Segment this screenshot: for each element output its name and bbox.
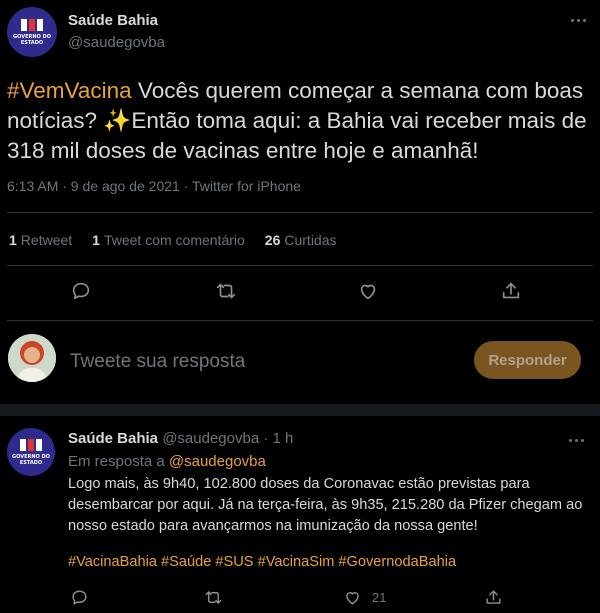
share-icon[interactable] bbox=[500, 280, 522, 302]
like-icon bbox=[346, 592, 359, 605]
hashtag-link[interactable]: #VemVacina bbox=[7, 78, 132, 103]
more-icon bbox=[570, 18, 574, 22]
tweet-meta[interactable]: 6:13 AM · 9 de ago de 2021 · Twitter for… bbox=[7, 178, 301, 194]
quotes-stat[interactable]: 1 Tweet com comentário bbox=[92, 232, 245, 248]
divider bbox=[7, 212, 593, 213]
main-tweet: GOVERNO DO ESTADO Saúde Bahia @saudegovb… bbox=[0, 0, 600, 320]
reply-composer: Responder bbox=[0, 322, 600, 402]
reply-share-button[interactable] bbox=[484, 588, 503, 607]
reply-author-handle[interactable]: @saudegovba bbox=[162, 430, 259, 447]
reply-text: Logo mais, às 9h40, 102.800 doses da Cor… bbox=[68, 476, 583, 534]
retweet-icon bbox=[205, 591, 222, 604]
reply-hashtags[interactable]: #VacinaBahia #Saúde #SUS #VacinaSim #Gov… bbox=[68, 554, 456, 570]
reply-profile-avatar[interactable]: GOVERNO DO ESTADO bbox=[7, 428, 55, 476]
reply-reply-button[interactable] bbox=[70, 588, 89, 607]
section-divider bbox=[0, 404, 600, 416]
flag-logo-icon bbox=[21, 18, 43, 31]
divider bbox=[7, 265, 593, 266]
reply-time[interactable]: · 1 h bbox=[259, 430, 293, 447]
avatar-org-text: GOVERNO DO ESTADO bbox=[13, 33, 51, 46]
reply-like-count: 21 bbox=[372, 590, 387, 605]
replying-to: Em resposta a @saudegovba bbox=[68, 453, 266, 470]
more-options-button[interactable] bbox=[568, 10, 588, 30]
reply-more-options-button[interactable] bbox=[566, 430, 586, 450]
reply-input[interactable] bbox=[70, 348, 370, 376]
tweet-text: #VemVacina Vocês querem começar a semana… bbox=[7, 76, 597, 166]
reply-tweet[interactable]: GOVERNO DO ESTADO Saúde Bahia @saudegovb… bbox=[0, 416, 600, 613]
retweet-icon[interactable] bbox=[215, 280, 237, 302]
avatar-org-text: GOVERNO DO ESTADO bbox=[12, 453, 50, 466]
reply-header: Saúde Bahia @saudegovba · 1 h bbox=[68, 430, 293, 447]
profile-avatar[interactable]: GOVERNO DO ESTADO bbox=[7, 7, 57, 57]
tweet-stats: 1 Retweet 1 Tweet com comentário 26 Curtida… bbox=[9, 232, 337, 248]
reply-like-button[interactable]: 21 bbox=[343, 588, 386, 607]
author-handle[interactable]: @saudegovba bbox=[68, 34, 165, 51]
like-icon[interactable] bbox=[357, 280, 379, 302]
flag-logo-icon bbox=[20, 438, 42, 451]
retweets-stat[interactable]: 1 Retweet bbox=[9, 232, 72, 248]
reply-button[interactable]: Responder bbox=[474, 341, 581, 379]
sparkles-emoji: ✨ bbox=[103, 108, 132, 133]
likes-stat[interactable]: 26 Curtidas bbox=[265, 232, 337, 248]
author-name[interactable]: Saúde Bahia bbox=[68, 12, 158, 29]
divider bbox=[7, 320, 593, 321]
replying-to-handle[interactable]: @saudegovba bbox=[169, 453, 266, 470]
reply-author-name[interactable]: Saúde Bahia bbox=[68, 430, 158, 447]
reply-icon bbox=[72, 590, 87, 605]
more-icon bbox=[568, 438, 572, 442]
user-avatar[interactable] bbox=[8, 334, 56, 382]
reply-retweet-button[interactable] bbox=[204, 588, 223, 607]
share-icon bbox=[486, 590, 501, 604]
reply-icon[interactable] bbox=[70, 280, 92, 302]
